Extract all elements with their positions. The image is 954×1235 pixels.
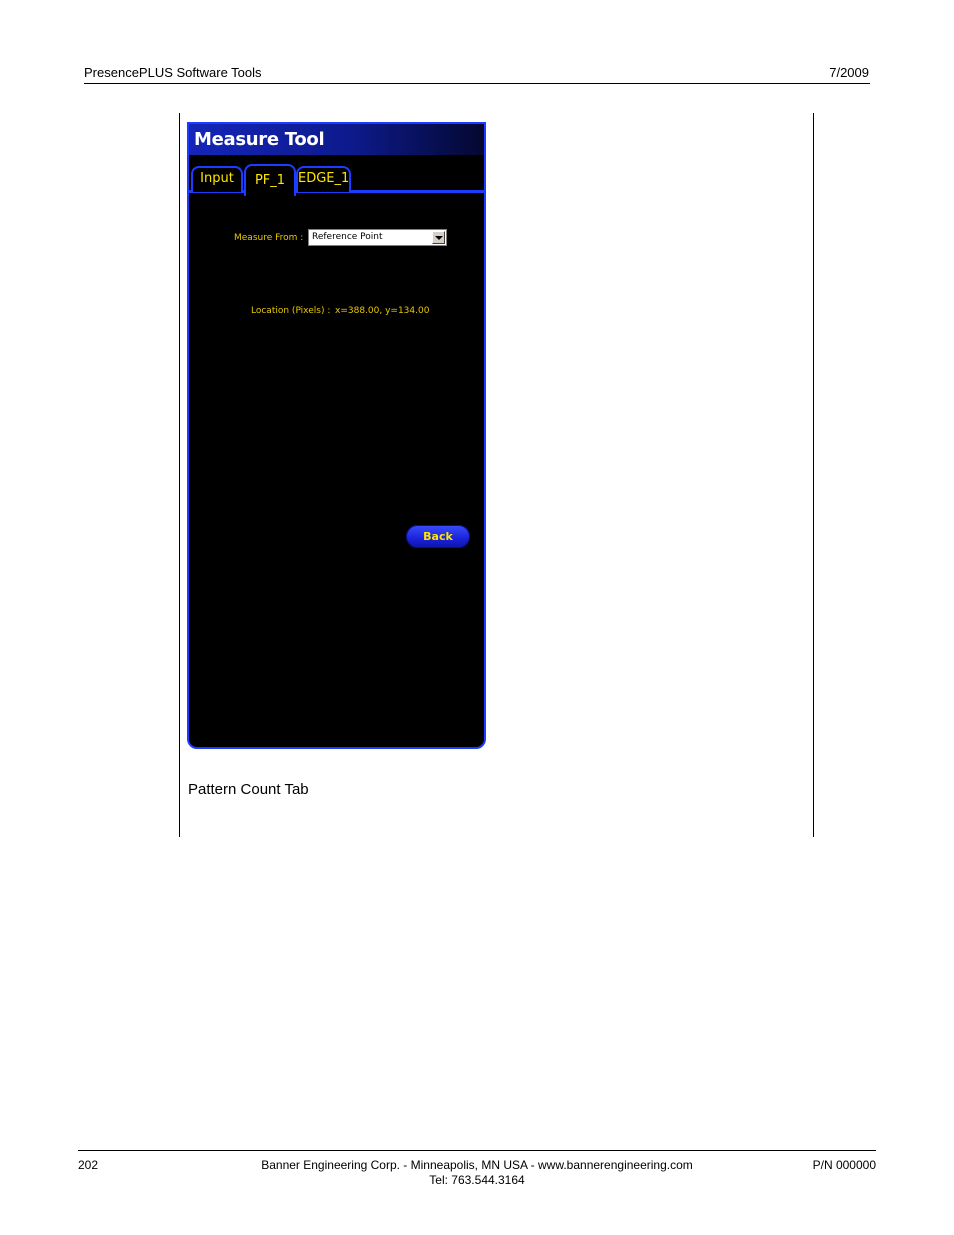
tab-pf-1[interactable]: PF_1 <box>244 164 296 196</box>
figure-caption: Pattern Count Tab <box>188 781 309 798</box>
measure-from-select[interactable]: Reference Point <box>308 229 447 246</box>
footer-rule <box>78 1150 876 1151</box>
window-title: Measure Tool <box>194 129 325 150</box>
back-button[interactable]: Back <box>406 525 470 548</box>
tab-input-label: Input <box>200 171 234 186</box>
header-rule <box>84 83 870 84</box>
tab-edge-1-label: EDGE_1 <box>298 171 350 186</box>
measure-tool-screen: Measure Tool Input PF_1 EDGE_1 Measure F… <box>187 122 486 749</box>
location-label: Location (Pixels) : <box>251 306 331 316</box>
tab-pf-1-label: PF_1 <box>254 173 286 188</box>
doc-title: PresencePLUS Software Tools <box>84 65 262 80</box>
frame-right-line <box>813 113 814 837</box>
location-value: x=388.00, y=134.00 <box>335 306 430 316</box>
dropdown-arrow-icon[interactable] <box>432 231 445 244</box>
doc-date: 7/2009 <box>829 65 869 80</box>
title-bar: Measure Tool <box>189 124 484 155</box>
measure-from-value: Reference Point <box>312 232 383 242</box>
company-line: Banner Engineering Corp. - Minneapolis, … <box>261 1158 693 1172</box>
company-tel: Tel: 763.544.3164 <box>429 1173 525 1187</box>
tab-input[interactable]: Input <box>191 166 243 192</box>
frame-left-line <box>179 113 180 837</box>
part-number: P/N 000000 <box>812 1158 876 1172</box>
measure-from-label: Measure From : <box>234 233 304 243</box>
tab-edge-1[interactable]: EDGE_1 <box>296 166 351 192</box>
